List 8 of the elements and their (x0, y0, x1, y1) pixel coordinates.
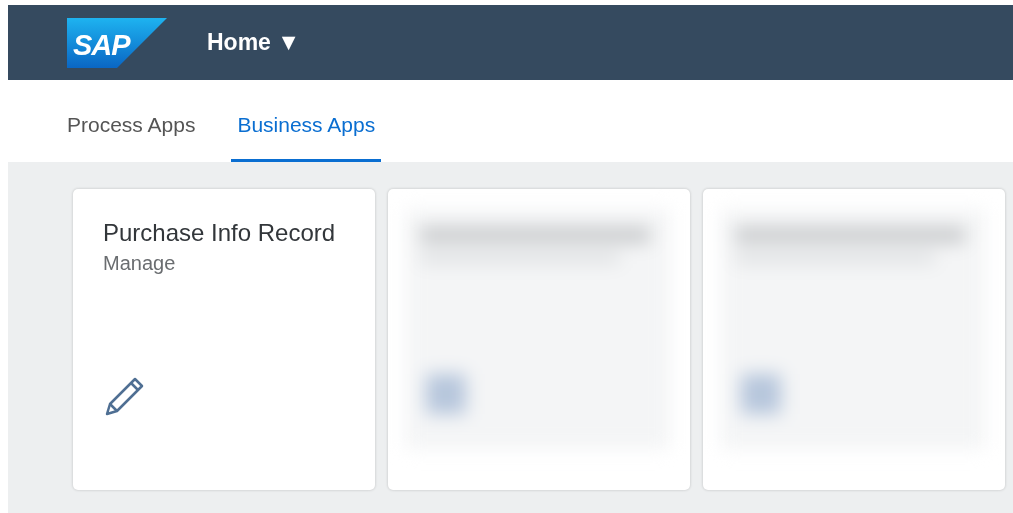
blurred-tile[interactable] (388, 189, 690, 490)
tile-title: Purchase Info Record (103, 218, 337, 248)
tab[interactable]: Process Apps (61, 80, 202, 162)
tile-subtitle: Manage (103, 251, 177, 276)
app-tile[interactable]: Purchase Info Record Manage (73, 189, 375, 490)
home-menu-button[interactable]: Home ▼ (207, 25, 301, 60)
logo-text: SAP (73, 27, 130, 63)
blurred-tile[interactable] (703, 189, 1005, 490)
